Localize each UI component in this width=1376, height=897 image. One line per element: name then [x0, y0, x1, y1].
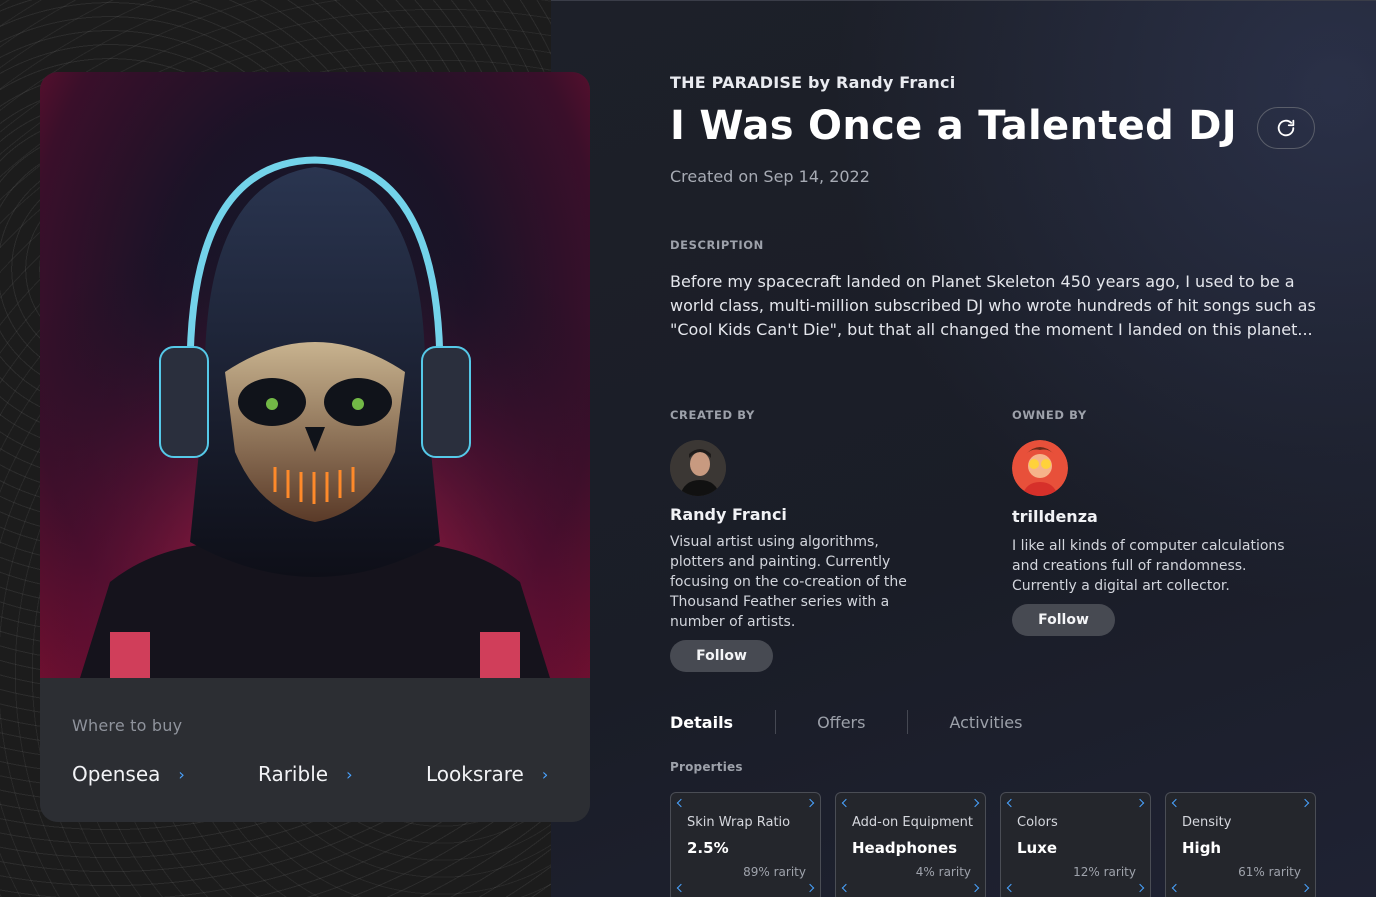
market-link-looksrare[interactable]: Looksrare ›: [426, 762, 548, 786]
corner-mark: [841, 798, 851, 808]
market-label: Looksrare: [426, 762, 524, 786]
property-card[interactable]: Add-on Equipment Headphones 4% rarity: [835, 792, 986, 897]
follow-owner-button[interactable]: Follow: [1012, 604, 1115, 636]
corner-mark: [676, 883, 686, 893]
owner-bio: I like all kinds of computer calculation…: [1012, 538, 1285, 594]
properties-label: Properties: [670, 760, 743, 774]
tab-details[interactable]: Details: [670, 713, 733, 732]
creator-name[interactable]: Randy Franci: [670, 505, 787, 524]
corner-mark: [970, 798, 980, 808]
market-link-opensea[interactable]: Opensea ›: [72, 762, 185, 786]
property-type: Skin Wrap Ratio: [687, 815, 791, 830]
corner-mark: [841, 883, 851, 893]
corner-mark: [1171, 798, 1181, 808]
corner-mark: [676, 798, 686, 808]
skull-dj-illustration: [40, 72, 590, 678]
created-by-label: CREATED BY: [670, 408, 755, 422]
market-label: Opensea: [72, 762, 161, 786]
property-rarity: 4% rarity: [915, 865, 971, 879]
follow-creator-button[interactable]: Follow: [670, 640, 773, 672]
created-date: Created on Sep 14, 2022: [670, 167, 870, 186]
corner-mark: [1300, 798, 1310, 808]
property-type: Add-on Equipment: [852, 815, 973, 830]
collection-name[interactable]: THE PARADISE by Randy Franci: [670, 73, 955, 92]
corner-mark: [1006, 798, 1016, 808]
property-type: Colors: [1017, 815, 1058, 830]
property-type: Density: [1182, 815, 1232, 830]
avatar-owner[interactable]: [1012, 440, 1068, 496]
property-rarity: 61% rarity: [1238, 865, 1301, 879]
corner-mark: [1300, 883, 1310, 893]
refresh-button[interactable]: [1257, 107, 1315, 149]
market-label: Rarible: [258, 762, 329, 786]
property-value: Luxe: [1017, 839, 1058, 857]
nft-artwork[interactable]: [40, 72, 590, 678]
owned-by-label: OWNED BY: [1012, 408, 1087, 422]
chevron-right-icon: ›: [346, 764, 353, 784]
tab-divider: [775, 710, 777, 734]
description-text: Before my spacecraft landed on Planet Sk…: [670, 272, 1316, 339]
property-rarity: 89% rarity: [743, 865, 806, 879]
where-to-buy-panel: Where to buy Opensea › Rarible › Looksra…: [40, 678, 590, 822]
detail-tabs: Details Offers Activities: [670, 710, 1022, 734]
corner-mark: [1171, 883, 1181, 893]
avatar-creator[interactable]: [670, 440, 726, 496]
nft-card: Where to buy Opensea › Rarible › Looksra…: [40, 72, 590, 822]
corner-mark: [1135, 798, 1145, 808]
tab-divider: [907, 710, 909, 734]
tab-offers[interactable]: Offers: [817, 713, 865, 732]
chevron-right-icon: ›: [541, 764, 549, 784]
description-label: DESCRIPTION: [670, 238, 764, 252]
corner-mark: [1006, 883, 1016, 893]
corner-mark: [970, 883, 980, 893]
corner-mark: [805, 883, 815, 893]
property-value: Headphones: [852, 839, 958, 857]
owner-name[interactable]: trilldenza: [1012, 507, 1098, 526]
property-value: 2.5%: [687, 839, 729, 857]
property-card[interactable]: Density High 61% rarity: [1165, 792, 1316, 897]
tab-activities[interactable]: Activities: [949, 713, 1022, 732]
creator-bio: Visual artist using algorithms, plotters…: [670, 534, 907, 630]
property-rarity: 12% rarity: [1073, 865, 1136, 879]
corner-mark: [805, 798, 815, 808]
property-card[interactable]: Skin Wrap Ratio 2.5% 89% rarity: [670, 792, 821, 897]
chevron-right-icon: ›: [178, 764, 185, 784]
creator-portrait: [670, 440, 726, 496]
property-value: High: [1182, 839, 1222, 857]
refresh-icon: [1277, 119, 1295, 137]
owner-portrait: [1012, 440, 1068, 496]
page-title: I Was Once a Talented DJ: [670, 103, 1237, 149]
property-card[interactable]: Colors Luxe 12% rarity: [1000, 792, 1151, 897]
market-link-rarible[interactable]: Rarible ›: [258, 762, 352, 786]
corner-mark: [1135, 883, 1145, 893]
where-to-buy-title: Where to buy: [72, 716, 183, 735]
